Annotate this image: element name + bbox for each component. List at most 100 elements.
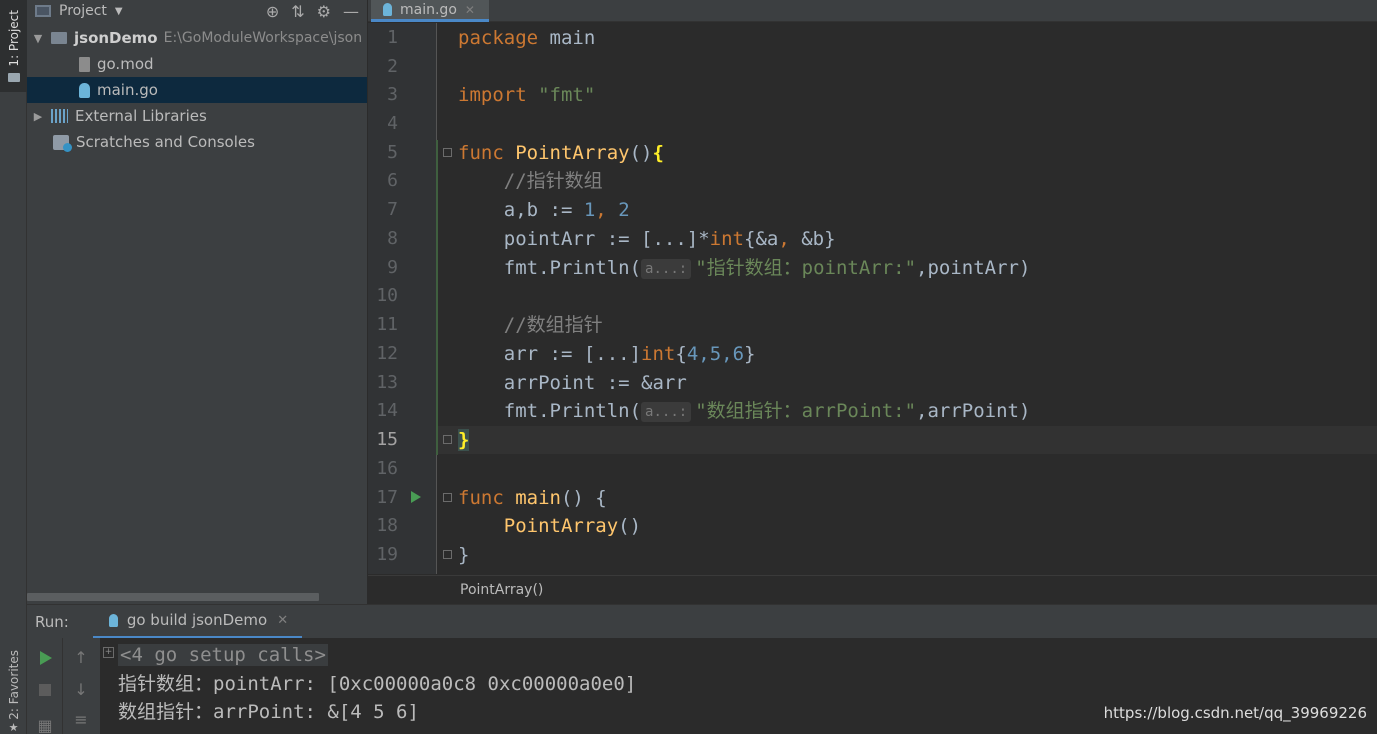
chevron-down-icon[interactable]: ▼ [115,6,123,17]
libraries-icon [51,109,68,123]
tab-main-go[interactable]: main.go ✕ [371,0,489,22]
code-text: pointArr := [...]* [458,228,710,250]
fold-marker-icon[interactable] [443,435,452,444]
code-text: } [744,343,756,365]
code-line-12: arr := [...]int{4,5,6} [458,340,756,368]
code-text: arr := [...] [458,343,642,365]
hide-icon[interactable]: — [343,2,359,21]
punctuation-token: () [618,515,642,537]
close-icon[interactable]: ✕ [277,613,288,628]
folded-setup-calls[interactable]: <4 go setup calls> [118,644,328,666]
layout-icon[interactable]: ▦ [27,716,63,734]
project-header-buttons: ⊕ ⇅ ⚙ — [266,0,367,22]
line-number: 8 [387,228,398,249]
project-panel-title[interactable]: Project [59,3,107,19]
code-text: {&a [744,228,779,250]
code-line-13: arrPoint := &arr [458,372,687,394]
collapse-all-icon[interactable]: ⇅ [291,2,304,21]
code-line-9: fmt.Println(a...: "指针数组：pointArr:",pointA… [458,254,1030,282]
code-line-7: a,b := 1, 2 [458,196,630,224]
tree-item-label: jsonDemo [74,29,158,47]
tree-item-go-mod[interactable]: go.mod [27,51,367,77]
line-number: 9 [387,257,398,278]
close-icon[interactable]: ✕ [465,3,475,17]
code-text: ,arrPoint) [916,400,1031,422]
matched-brace: } [458,429,470,451]
line-number: 13 [376,372,398,393]
code-line-6: //指针数组 [458,170,603,192]
scope-indicator [436,140,438,455]
watermark-text: https://blog.csdn.net/qq_39969226 [1103,704,1367,722]
fold-marker-icon[interactable] [443,550,452,559]
fold-marker-icon[interactable] [443,148,452,157]
breadcrumb-item[interactable]: PointArray() [460,582,543,598]
tool-tab-favorites-label: 2: Favorites [6,649,21,720]
arrow-up-icon[interactable]: ↑ [63,648,99,667]
code-text: fmt.Println( [458,400,642,422]
expand-plus-icon[interactable]: + [103,647,114,658]
punctuation-token: () [629,142,653,164]
run-tab-label: go build jsonDemo [126,611,268,629]
console-line-setup: <4 go setup calls> [118,641,328,669]
gear-icon[interactable]: ⚙ [317,2,331,21]
run-gutter-icon[interactable] [411,491,421,503]
tool-tab-favorites[interactable]: 2: Favorites ★ [0,650,27,734]
arrow-down-icon[interactable]: ↓ [63,680,99,699]
project-panel-header: Project ▼ ⊕ ⇅ ⚙ — [27,0,367,22]
line-number: 18 [376,515,398,536]
number-token: 4,5,6 [686,343,745,365]
go-file-icon [383,3,392,16]
tree-item-path: E:\GoModuleWorkspace\json [163,30,363,46]
fold-marker-icon[interactable] [443,493,452,502]
left-tool-strip: 1: Project 2: Favorites ★ [0,0,27,734]
punctuation-token: () { [560,487,607,509]
tree-item-main-go[interactable]: main.go [27,77,367,103]
run-panel-label: Run: [35,612,69,631]
tool-tab-project[interactable]: 1: Project [0,0,27,92]
folder-icon [51,32,67,44]
folder-icon [7,72,20,82]
keyword-token: func [458,487,504,509]
tree-item-jsondemo[interactable]: ▼ jsonDemo E:\GoModuleWorkspace\json [27,25,367,51]
star-icon: ★ [8,721,19,734]
project-view-icon [35,5,51,17]
stop-icon[interactable] [39,684,51,696]
editor-tab-bar: main.go ✕ [368,0,1377,22]
expand-arrow-icon[interactable]: ▼ [31,32,45,45]
line-number: 14 [376,400,398,421]
tree-item-scratches[interactable]: Scratches and Consoles [27,129,367,155]
soft-wrap-icon[interactable]: ≡ [63,710,99,729]
code-text: &b} [801,228,836,250]
string-token: "指针数组：pointArr:" [695,257,917,279]
current-line-highlight [438,426,1377,454]
run-tab-go-build[interactable]: go build jsonDemo ✕ [92,604,303,639]
code-line-3: import "fmt" [458,81,595,109]
function-name-token: main [515,487,561,509]
code-line-11: //数组指针 [458,314,603,336]
string-token: "数组指针：arrPoint:" [695,400,917,422]
line-number: 7 [387,199,398,220]
line-number: 11 [376,314,398,335]
line-number: 15 [376,429,398,450]
locate-icon[interactable]: ⊕ [266,2,279,21]
line-number: 16 [376,458,398,479]
horizontal-scrollbar[interactable] [27,593,319,601]
line-number: 1 [387,27,398,48]
console-line: 数组指针：arrPoint: &[4 5 6] [118,701,419,723]
line-number: 6 [387,170,398,191]
tree-item-label: Scratches and Consoles [76,133,255,151]
keyword-token: import [458,84,527,106]
project-panel: Project ▼ ⊕ ⇅ ⚙ — ▼ jsonDemo E:\GoModule… [27,0,368,604]
code-line-18: PointArray() [458,512,641,540]
rerun-icon[interactable] [40,651,52,665]
tree-item-label: go.mod [97,55,154,73]
run-toolbar: ▦ [27,638,63,734]
tree-item-external-libraries[interactable]: ▶ External Libraries [27,103,367,129]
line-number: 12 [376,343,398,364]
line-number: 3 [387,84,398,105]
code-text: { [675,343,687,365]
code-line-19: } [458,544,470,566]
go-file-icon [108,613,118,627]
expand-arrow-icon[interactable]: ▶ [31,110,45,123]
code-line-1: package main [458,24,595,52]
